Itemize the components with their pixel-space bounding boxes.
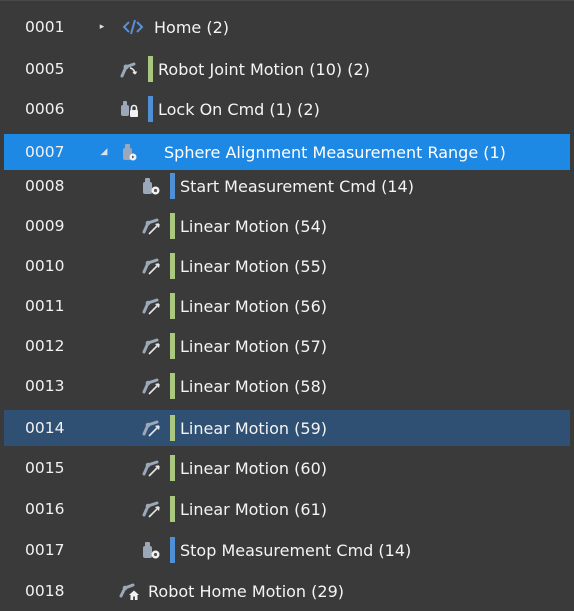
program-tree: 0001 ▸ Home (2) 0005 Robot Joint Motion (10)… [0,0,574,611]
home-motion-icon [118,580,140,602]
node-type-bar [170,293,175,319]
tree-row[interactable]: 0015 Linear Motion (60) [4,450,570,486]
node-label: Linear Motion (59) [180,418,327,438]
line-number: 0015 [25,459,65,477]
joint-motion-icon [118,58,140,80]
line-number: 0014 [25,419,65,437]
line-number: 0006 [25,100,65,118]
tree-row[interactable]: 0001 ▸ Home (2) [4,9,570,45]
tree-row[interactable]: 0009 Linear Motion (54) [4,208,570,244]
node-label: Linear Motion (55) [180,256,327,276]
node-label: Stop Measurement Cmd (14) [180,540,412,560]
line-number: 0005 [25,60,65,78]
tree-row[interactable]: 0008 Start Measurement Cmd (14) [4,168,570,204]
node-type-bar [170,415,175,441]
node-type-bar [170,253,175,279]
tree-row[interactable]: 0006 Lock On Cmd (1) (2) [4,91,570,127]
linear-motion-icon [140,417,162,439]
node-label: Robot Home Motion (29) [148,581,344,601]
code-tag-icon [122,16,144,38]
node-type-bar [170,496,175,522]
lock-cmd-icon [118,98,140,120]
line-number: 0013 [25,377,65,395]
line-number: 0001 [25,18,65,36]
line-number: 0008 [25,177,65,195]
tree-row[interactable]: 0017 Stop Measurement Cmd (14) [4,532,570,568]
tree-row[interactable]: 0016 Linear Motion (61) [4,491,570,527]
line-number: 0010 [25,257,65,275]
line-number: 0009 [25,217,65,235]
linear-motion-icon [140,498,162,520]
expand-arrow-icon[interactable]: ▸ [96,21,108,33]
node-label: Linear Motion (57) [180,336,327,356]
measurement-cmd-icon [140,175,162,197]
tree-row[interactable]: 0011 Linear Motion (56) [4,288,570,324]
line-number: 0012 [25,337,65,355]
node-type-bar [170,373,175,399]
node-label: Linear Motion (58) [180,376,327,396]
node-label: Linear Motion (60) [180,458,327,478]
node-type-bar [170,213,175,239]
linear-motion-icon [140,375,162,397]
node-type-bar [170,537,175,563]
node-label: Linear Motion (54) [180,216,327,236]
line-number: 0018 [25,582,65,600]
tree-row[interactable]: 0018 Robot Home Motion (29) [4,573,570,609]
linear-motion-icon [140,215,162,237]
tree-row[interactable]: 0005 Robot Joint Motion (10) (2) [4,51,570,87]
linear-motion-icon [140,335,162,357]
tree-row[interactable]: 0014 Linear Motion (59) [4,410,570,446]
node-label: Sphere Alignment Measurement Range (1) [164,142,506,162]
node-label: Robot Joint Motion (10) (2) [158,59,370,79]
node-type-bar [148,96,153,122]
line-number: 0011 [25,297,65,315]
node-type-bar [148,139,153,165]
linear-motion-icon [140,295,162,317]
node-label: Home (2) [154,17,229,37]
collapse-arrow-icon[interactable]: ◢ [98,146,110,158]
node-label: Linear Motion (61) [180,499,327,519]
node-label: Start Measurement Cmd (14) [180,176,414,196]
tree-row[interactable]: 0012 Linear Motion (57) [4,328,570,364]
tree-row[interactable]: 0010 Linear Motion (55) [4,248,570,284]
tree-row[interactable]: 0013 Linear Motion (58) [4,368,570,404]
node-type-bar [170,455,175,481]
node-type-bar [170,173,175,199]
node-type-bar [170,333,175,359]
line-number: 0017 [25,541,65,559]
node-label: Lock On Cmd (1) (2) [158,99,320,119]
measurement-range-icon [118,141,140,163]
node-type-bar [148,56,153,82]
line-number: 0007 [25,143,65,161]
tree-row[interactable]: 0007 ◢ Sphere Alignment Measurement Range … [4,134,570,170]
node-label: Linear Motion (56) [180,296,327,316]
linear-motion-icon [140,457,162,479]
line-number: 0016 [25,500,65,518]
measurement-cmd-icon [140,539,162,561]
linear-motion-icon [140,255,162,277]
